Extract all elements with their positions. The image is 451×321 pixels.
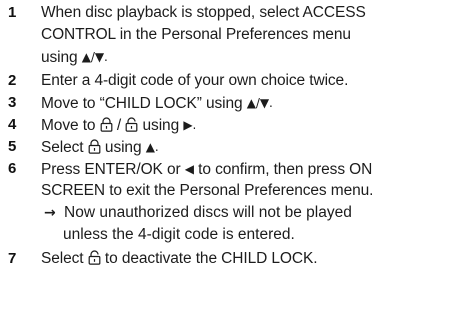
step-text: using	[142, 117, 180, 134]
step-number: 7	[8, 250, 17, 267]
result-arrow-icon: →	[44, 205, 56, 221]
step-text-line: When disc playback is stopped, select AC…	[41, 4, 366, 21]
step-text-line: SCREEN to exit the Personal Preferences …	[41, 182, 374, 199]
right-arrow: ▶.	[183, 118, 197, 132]
step-text: Select	[41, 139, 84, 156]
step-text-line: Select using ▲.	[41, 136, 159, 159]
up-down-arrows: ▲/▼.	[81, 50, 108, 64]
step-text-line: Press ENTER/OK or ◀ to confirm, then pre…	[41, 158, 372, 181]
result-text: Now unauthorized discs will not be playe…	[64, 204, 352, 221]
step-number: 4	[8, 116, 17, 133]
step-text-line: using ▲/▼.	[41, 46, 108, 69]
step-number: 1	[8, 4, 17, 21]
step-number: 2	[8, 72, 17, 89]
step-text: Press ENTER/OK or	[41, 161, 181, 178]
left-arrow: ◀	[184, 162, 194, 176]
step-text: Move to	[41, 117, 96, 134]
lock-closed-icon	[100, 117, 113, 132]
step-number: 3	[8, 94, 17, 111]
lock-closed-icon	[88, 139, 101, 154]
step-text-line: Select to deactivate the CHILD LOCK.	[41, 248, 318, 270]
step-text-line: CONTROL in the Personal Preferences menu	[41, 26, 351, 43]
slash-separator: /	[116, 117, 122, 134]
step-text: using	[104, 139, 142, 156]
up-down-arrows: ▲/▼.	[246, 96, 273, 110]
step-number: 6	[8, 160, 17, 177]
step-text: Select	[41, 250, 84, 267]
step-text: using	[41, 49, 78, 66]
lock-open-icon	[125, 117, 138, 132]
step-text: to confirm, then press ON	[198, 161, 373, 178]
step-text: Move to “CHILD LOCK” using	[41, 95, 243, 112]
step-text-line: Move to / using ▶.	[41, 114, 196, 137]
lock-open-icon	[88, 250, 101, 265]
step-number: 5	[8, 138, 17, 155]
step-text: to deactivate the CHILD LOCK.	[104, 250, 318, 267]
step-text: Enter a 4-digit code of your own choice …	[41, 72, 349, 89]
instruction-list: 1 When disc playback is stopped, select …	[0, 0, 451, 321]
step-text-line: Move to “CHILD LOCK” using ▲/▼.	[41, 92, 273, 115]
result-note: → Now unauthorized discs will not be pla…	[44, 202, 352, 224]
up-arrow: ▲.	[145, 140, 159, 154]
result-note-continued: unless the 4-digit code is entered.	[63, 226, 295, 243]
